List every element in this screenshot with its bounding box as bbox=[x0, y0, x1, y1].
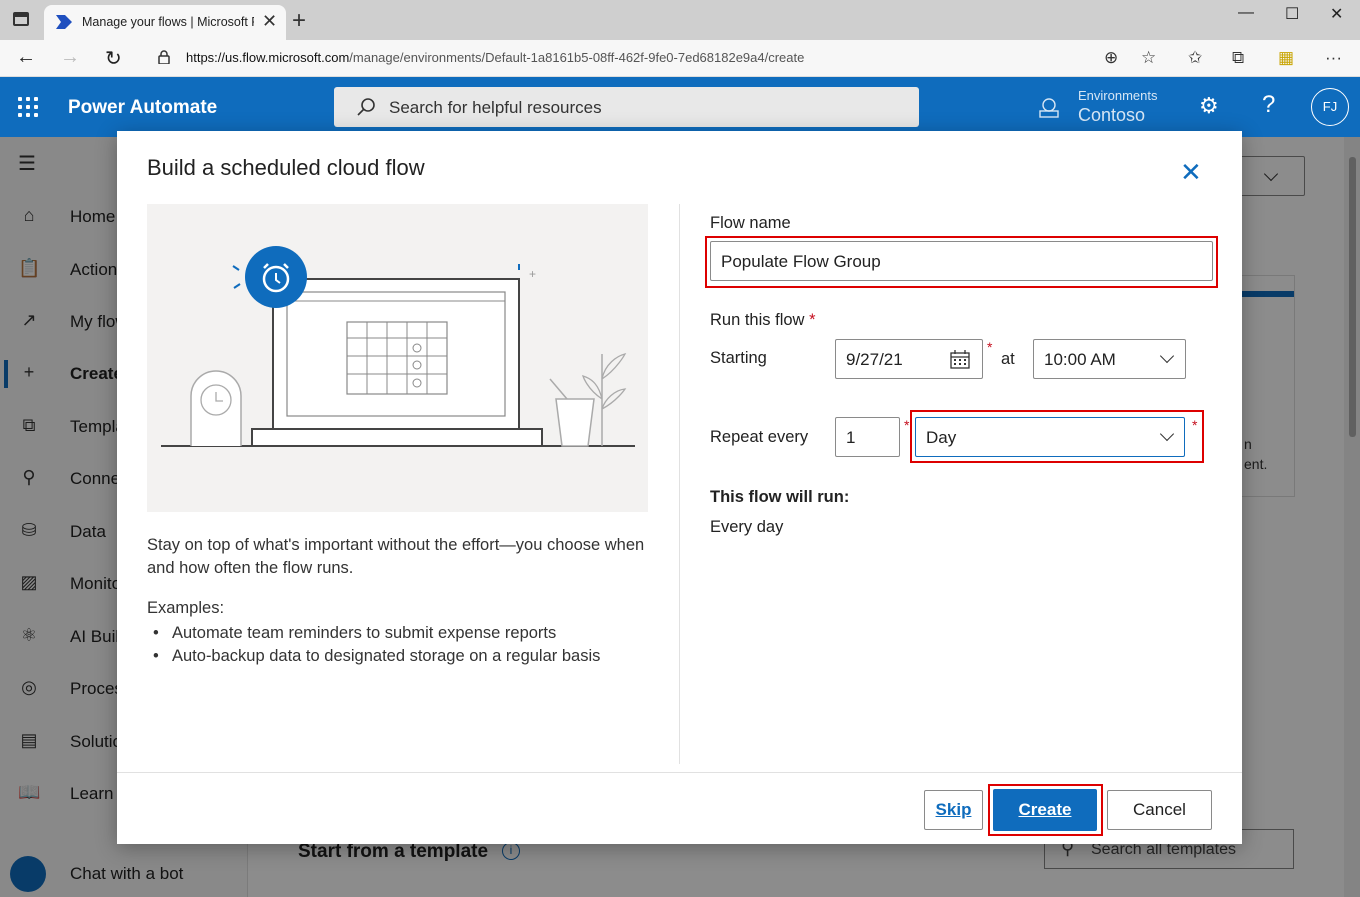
forward-icon[interactable]: → bbox=[60, 46, 80, 69]
maximize-icon[interactable]: ☐ bbox=[1285, 4, 1299, 24]
environment-name[interactable]: Contoso bbox=[1078, 105, 1145, 126]
run-this-flow-label: Run this flow * bbox=[710, 311, 816, 329]
cancel-button[interactable]: Cancel bbox=[1107, 790, 1212, 830]
required-indicator: * bbox=[1192, 417, 1198, 433]
examples-list: Automate team reminders to submit expens… bbox=[147, 622, 600, 668]
avatar[interactable]: FJ bbox=[1311, 88, 1349, 126]
tab-actions-icon[interactable] bbox=[13, 12, 29, 26]
app-name[interactable]: Power Automate bbox=[68, 97, 217, 119]
list-item: Automate team reminders to submit expens… bbox=[147, 622, 600, 645]
repeat-interval-input[interactable]: 1 bbox=[835, 417, 900, 457]
refresh-icon[interactable]: ↻ bbox=[105, 46, 122, 71]
minimize-icon[interactable]: — bbox=[1238, 4, 1254, 22]
favorites-icon[interactable]: ✩ bbox=[1188, 48, 1202, 68]
calendar-icon[interactable] bbox=[950, 350, 970, 369]
url-field[interactable]: https://us.flow.microsoft.com/manage/env… bbox=[146, 44, 1166, 72]
schedule-illustration: + bbox=[147, 204, 648, 512]
add-favorite-icon[interactable]: ☆ bbox=[1141, 48, 1156, 68]
flow-name-label: Flow name bbox=[710, 214, 791, 232]
new-tab-icon[interactable]: + bbox=[292, 7, 306, 35]
required-indicator: * bbox=[987, 339, 993, 355]
dialog-title: Build a scheduled cloud flow bbox=[147, 155, 425, 180]
start-time-value: 10:00 AM bbox=[1044, 350, 1116, 369]
start-date-value: 9/27/21 bbox=[846, 350, 903, 369]
help-icon[interactable]: ? bbox=[1262, 91, 1275, 119]
build-flow-dialog: Build a scheduled cloud flow ✕ + Stay on… bbox=[117, 131, 1242, 844]
back-icon[interactable]: ← bbox=[16, 46, 36, 69]
power-automate-favicon-icon bbox=[56, 15, 72, 29]
lock-icon bbox=[158, 50, 170, 64]
create-button[interactable]: Create bbox=[993, 789, 1097, 831]
starting-label: Starting bbox=[710, 349, 767, 367]
list-item: Auto-backup data to designated storage o… bbox=[147, 645, 600, 668]
start-date-input[interactable]: 9/27/21 bbox=[835, 339, 983, 379]
start-time-dropdown[interactable]: 10:00 AM bbox=[1033, 339, 1186, 379]
more-icon[interactable]: ··· bbox=[1325, 48, 1342, 68]
browser-tabbar: Manage your flows | Microsoft Power Auto… bbox=[0, 0, 1360, 40]
tab-title: Manage your flows | Microsoft Power Auto… bbox=[82, 15, 254, 29]
browser-tab[interactable]: Manage your flows | Microsoft Power Auto… bbox=[44, 5, 286, 40]
collections-icon[interactable]: ⧉ bbox=[1232, 48, 1244, 68]
required-indicator: * bbox=[904, 417, 910, 433]
repeat-unit-value: Day bbox=[926, 428, 957, 447]
zoom-icon[interactable]: ⊕ bbox=[1104, 48, 1118, 68]
search-icon bbox=[357, 98, 375, 116]
flow-name-input[interactable]: Populate Flow Group bbox=[710, 241, 1213, 281]
at-label: at bbox=[1001, 350, 1015, 368]
settings-gear-icon[interactable]: ⚙ bbox=[1199, 93, 1219, 119]
flow-will-run-value: Every day bbox=[710, 518, 784, 536]
dialog-description: Stay on top of what's important without … bbox=[147, 536, 645, 577]
skip-button[interactable]: Skip bbox=[924, 790, 983, 830]
flow-name-value: Populate Flow Group bbox=[721, 252, 881, 271]
search-placeholder: Search for helpful resources bbox=[389, 98, 602, 117]
repeat-unit-dropdown[interactable]: Day bbox=[915, 417, 1185, 457]
chevron-down-icon bbox=[1159, 426, 1175, 442]
address-bar: ← → ↻ https://us.flow.microsoft.com/mana… bbox=[0, 40, 1360, 77]
footer-divider bbox=[117, 772, 1242, 773]
svg-text:+: + bbox=[529, 267, 536, 281]
close-window-icon[interactable]: ✕ bbox=[1330, 4, 1343, 24]
extension-icon[interactable]: ▦ bbox=[1278, 48, 1294, 68]
examples-label: Examples: bbox=[147, 599, 225, 617]
app-launcher-icon[interactable] bbox=[18, 97, 38, 117]
vertical-divider bbox=[679, 204, 680, 764]
environment-icon[interactable] bbox=[1038, 97, 1060, 119]
tab-close-icon[interactable]: ✕ bbox=[262, 11, 277, 32]
search-input[interactable]: Search for helpful resources bbox=[334, 87, 919, 127]
url-host: https://us.flow.microsoft.com bbox=[186, 50, 350, 65]
repeat-every-label: Repeat every bbox=[710, 428, 809, 446]
url-path: /manage/environments/Default-1a8161b5-08… bbox=[349, 50, 805, 65]
flow-will-run-label: This flow will run: bbox=[710, 488, 850, 506]
chevron-down-icon bbox=[1159, 348, 1175, 364]
close-icon[interactable]: ✕ bbox=[1180, 157, 1202, 188]
app-header: Power Automate Search for helpful resour… bbox=[0, 77, 1360, 137]
environments-label: Environments bbox=[1078, 88, 1158, 103]
repeat-interval-value: 1 bbox=[846, 428, 856, 447]
